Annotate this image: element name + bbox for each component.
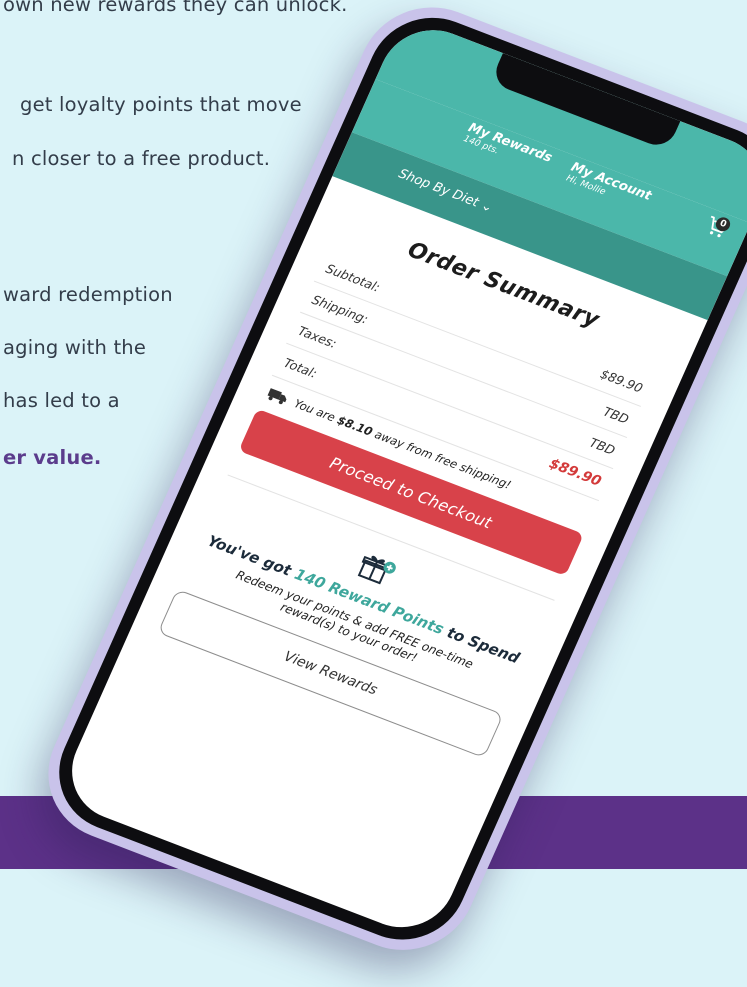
summary-value: $89.90 — [598, 366, 646, 396]
gift-glyph — [357, 555, 396, 585]
summary-label: Taxes: — [295, 322, 340, 351]
copy-line-1: own new rewards they can unlock. — [3, 0, 348, 16]
ship-note-prefix: You are — [291, 396, 338, 425]
copy-line-6: has led to a — [3, 389, 120, 412]
summary-value: TBD — [587, 434, 618, 458]
summary-label: Total: — [281, 354, 320, 381]
truck-icon — [267, 388, 287, 405]
summary-value: TBD — [601, 403, 632, 427]
copy-line-7: er value. — [3, 446, 102, 469]
ship-note-amount: $8.10 — [335, 412, 375, 439]
copy-line-2: get loyalty points that move — [20, 93, 302, 116]
cart-icon[interactable]: 0 — [703, 214, 735, 242]
copy-line-4: ward redemption — [3, 283, 173, 306]
phone-mockup: My Rewards 140 pts. My Account Hi, Molli… — [25, 0, 747, 971]
chevron-down-icon: ⌄ — [478, 198, 495, 216]
copy-line-3: n closer to a free product. — [12, 147, 271, 170]
copy-line-5: aging with the — [3, 336, 147, 359]
